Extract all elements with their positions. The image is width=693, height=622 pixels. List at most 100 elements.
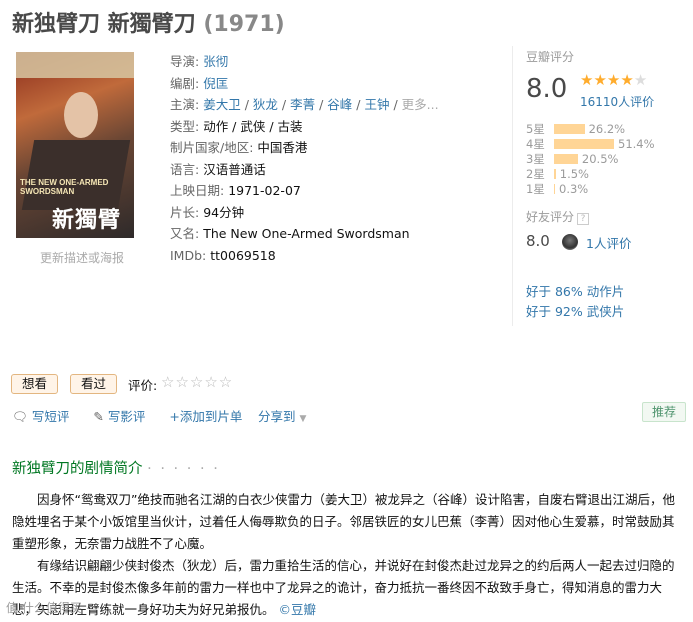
language-value: 汉语普通话 — [203, 161, 266, 177]
share-dropdown[interactable]: 分享到 ▼ — [258, 406, 306, 425]
star-filled-icon: ★ — [606, 71, 621, 89]
pencil-icon: ✎ — [93, 409, 104, 424]
star-empty-icon: ★ — [633, 71, 648, 89]
rating-dist-bar — [554, 138, 614, 149]
cast-label: 主演: — [170, 97, 200, 112]
rating-dist-pct: 1.5% — [559, 166, 589, 181]
watermark: 值 什么值得买 — [6, 601, 82, 615]
sidebar-divider — [512, 46, 513, 326]
country-label: 制片国家/地区: — [170, 140, 254, 155]
star-filled-icon: ★ — [580, 71, 594, 89]
help-icon[interactable]: ? — [577, 213, 590, 225]
update-poster-link[interactable]: 更新描述或海报 — [40, 249, 124, 266]
rating-dist-row: 4星 51.4% — [526, 136, 655, 151]
release-value: 1971-02-07 — [228, 183, 301, 198]
cast-separator: / — [277, 97, 291, 112]
watched-button[interactable]: 看过 — [70, 374, 118, 394]
cast-link[interactable]: 姜大卫 — [203, 97, 241, 112]
release-row: 上映日期: 1971-02-07 — [170, 180, 439, 202]
friend-rating: 好友评分? 8.0 1人评价 — [526, 208, 631, 251]
add-to-list-link[interactable]: +添加到片单 — [169, 409, 242, 424]
rating-box: 豆瓣评分 8.0 ★★★★★ 16110人评价 — [526, 48, 686, 109]
imdb-row: IMDb: tt0069518 — [170, 245, 439, 267]
write-review-link[interactable]: ✎ 写影评 — [93, 409, 155, 424]
director-link[interactable]: 张彻 — [203, 54, 228, 69]
friend-votes-link[interactable]: 1人评价 — [586, 233, 631, 252]
poster-face — [64, 92, 98, 138]
comment-icon: 🗨︎ — [12, 409, 28, 424]
rating-dist-label: 3星 — [526, 151, 545, 166]
write-review-label: 写影评 — [107, 409, 146, 424]
summary-title: 新独臂刀的剧情简介 — [12, 461, 143, 477]
movie-year: (1971) — [203, 12, 285, 37]
cast-link[interactable]: 谷峰 — [327, 97, 352, 112]
better-than-item[interactable]: 好于 86% 动作片 — [526, 282, 624, 302]
chevron-down-icon: ▼ — [299, 414, 307, 424]
star-filled-icon: ★ — [620, 71, 634, 89]
cast-link[interactable]: 王钟 — [364, 97, 389, 112]
summary-paragraph-text: 有缘结识翩翩少侠封俊杰（狄龙）后，雷力重拾生活的信心，并说好在封俊杰赴过龙异之的… — [12, 558, 675, 617]
cast-separator: / — [240, 97, 253, 112]
rating-dist-bar — [554, 168, 556, 179]
writer-link[interactable]: 倪匡 — [203, 76, 228, 91]
copyright-link[interactable]: ©豆瓣 — [279, 602, 317, 617]
friend-rating-label: 好友评分 — [526, 210, 575, 224]
cast-separator: / — [352, 97, 365, 112]
rating-dist-row: 5星 26.2% — [526, 121, 655, 136]
imdb-label: IMDb: — [170, 247, 207, 263]
avatar[interactable] — [562, 234, 578, 250]
runtime-label: 片长: — [170, 204, 200, 220]
genre-row: 类型: 动作 / 武侠 / 古装 — [170, 116, 439, 138]
language-label: 语言: — [170, 161, 200, 177]
rating-dist-pct: 26.2% — [588, 121, 626, 136]
movie-poster[interactable]: THE NEW ONE-ARMED SWORDSMAN 新獨臂刀 — [16, 52, 134, 238]
cast-more-link[interactable]: 更多... — [402, 97, 439, 112]
country-value: 中国香港 — [257, 140, 308, 155]
director-row: 导演: 张彻 — [170, 51, 439, 73]
cast-row: 主演: 姜大卫 / 狄龙 / 李菁 / 谷峰 / 王钟 / 更多... — [170, 94, 439, 116]
rating-stars: ★★★★★ — [580, 71, 647, 89]
want-to-watch-button[interactable]: 想看 — [11, 374, 59, 394]
rating-votes-link[interactable]: 16110人评价 — [580, 93, 654, 110]
recommend-button[interactable]: 推荐 — [642, 402, 686, 422]
language-row: 语言: 汉语普通话 — [170, 159, 439, 181]
runtime-value: 94分钟 — [203, 204, 245, 220]
poster-band — [16, 52, 134, 78]
star-filled-icon: ★ — [593, 71, 607, 89]
better-than-item[interactable]: 好于 92% 武侠片 — [526, 302, 624, 322]
rating-label: 豆瓣评分 — [526, 50, 575, 64]
poster-art-title: 新獨臂刀 — [52, 207, 122, 233]
rating-dist-pct: 20.5% — [581, 151, 619, 166]
summary-paragraph: 有缘结识翩翩少侠封俊杰（狄龙）后，雷力重拾生活的信心，并说好在封俊杰赴过龙异之的… — [12, 555, 680, 621]
cast-link[interactable]: 狄龙 — [253, 97, 278, 112]
summary-paragraph: 因身怀“鸳鸯双刀”绝技而驰名江湖的白衣少侠雷力（姜大卫）被龙异之（谷峰）设计陷害… — [12, 492, 675, 551]
cast-link[interactable]: 李菁 — [290, 97, 315, 112]
release-label: 上映日期: — [170, 183, 225, 198]
rate-label: 评价: — [128, 378, 158, 393]
rating-dist-row: 1星 0.3% — [526, 181, 655, 196]
rating-dist-label: 5星 — [526, 121, 545, 136]
rating-dist-row: 3星 20.5% — [526, 151, 655, 166]
rating-dist-bar — [554, 153, 578, 164]
page-title: 新独臂刀 新獨臂刀 (1971) — [12, 6, 285, 38]
movie-title: 新独臂刀 新獨臂刀 — [12, 12, 196, 37]
rate-stars-input[interactable]: ☆☆☆☆☆ — [161, 373, 233, 391]
write-short-review-label: 写短评 — [31, 409, 70, 424]
cast-separator: / — [315, 97, 328, 112]
friend-score: 8.0 — [526, 232, 550, 250]
share-label: 分享到 — [258, 409, 296, 424]
rating-dist-pct: 51.4% — [618, 136, 655, 151]
imdb-value: tt0069518 — [210, 247, 276, 263]
summary-heading: 新独臂刀的剧情简介 · · · · · · — [12, 457, 220, 478]
write-short-review-link[interactable]: 🗨︎ 写短评 — [12, 409, 79, 424]
genre-label: 类型: — [170, 118, 200, 134]
rating-dist-label: 2星 — [526, 166, 545, 181]
rating-dist-label: 1星 — [526, 181, 545, 196]
rating-dist-bar — [554, 123, 585, 134]
rating-score: 8.0 — [526, 74, 568, 104]
movie-info: 导演: 张彻 编剧: 倪匡 主演: 姜大卫 / 狄龙 / 李菁 / 谷峰 / 王… — [170, 51, 439, 266]
writer-row: 编剧: 倪匡 — [170, 73, 439, 95]
cast-separator: / — [389, 97, 402, 112]
aka-row: 又名: The New One-Armed Swordsman — [170, 223, 439, 245]
rating-dist-bar — [554, 183, 555, 194]
